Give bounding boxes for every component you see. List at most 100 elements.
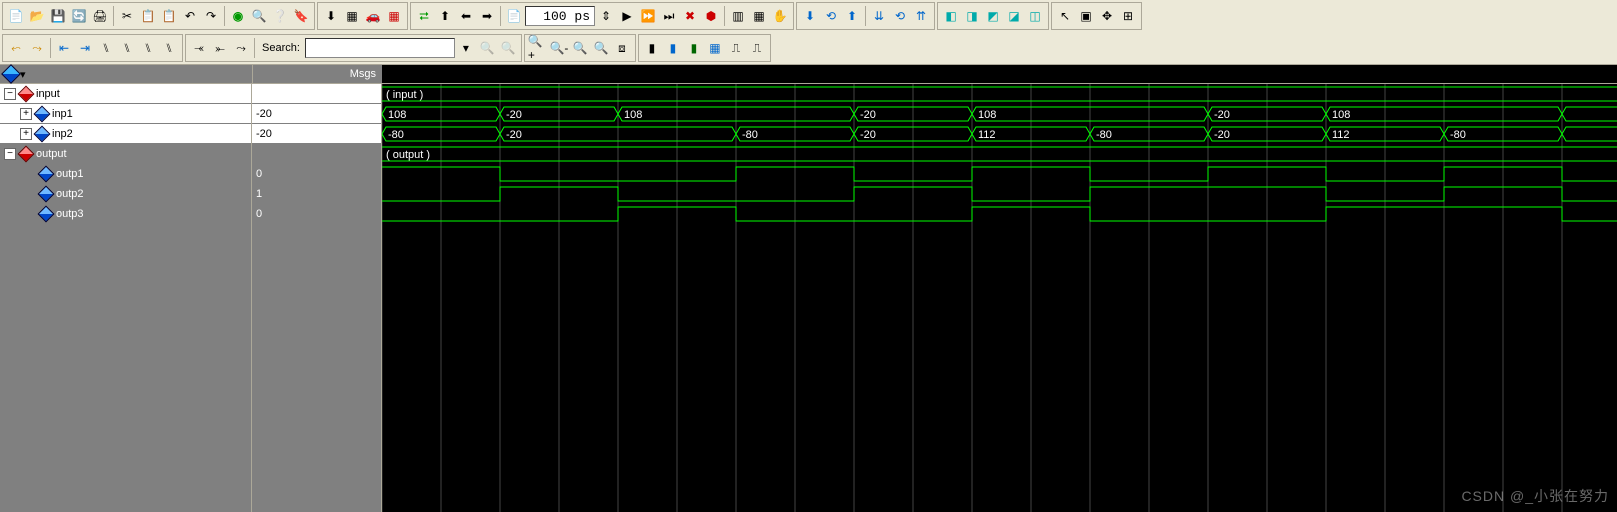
edge-prev-button[interactable]: ⇤ — [54, 37, 74, 59]
bars2-button[interactable]: ▮ — [663, 37, 683, 59]
fmt3-button[interactable]: ◩ — [983, 5, 1003, 27]
help-button[interactable]: ❔ — [270, 5, 290, 27]
cursor-up-multi[interactable]: ⇈ — [911, 5, 931, 27]
layout1-button[interactable]: ▥ — [728, 5, 748, 27]
find-prev-button[interactable]: 🔍 — [477, 37, 497, 59]
tb-group-nav: ⮂ ⬆ ⬅ ➡ 📄 ⇕ ▶ ⏩ ⏭ ✖ ⬢ ▥ ▦ ✋ — [410, 2, 794, 30]
compile-all-button[interactable]: ▦ — [342, 5, 362, 27]
svg-text:108: 108 — [978, 109, 996, 121]
bookmark-button[interactable]: 🔖 — [291, 5, 311, 27]
stop-button[interactable]: ⬢ — [701, 5, 721, 27]
zoom-area-button[interactable]: ⧈ — [612, 37, 632, 59]
save-button[interactable]: 💾 — [48, 5, 68, 27]
bars6-button[interactable]: ⎍ — [747, 37, 767, 59]
paste-button[interactable]: 📋 — [159, 5, 179, 27]
edge-next-button[interactable]: ⇥ — [75, 37, 95, 59]
hand-button[interactable]: ✋ — [770, 5, 790, 27]
zoom-cursor-button[interactable]: 🔍 — [591, 37, 611, 59]
tb-group-compile: ⬇ ▦ 🚗 ▦ — [317, 2, 408, 30]
jump-button[interactable]: ⤳ — [231, 37, 251, 59]
cursor-prev-blue[interactable]: ⟲ — [821, 5, 841, 27]
tree-row-inp1[interactable]: + inp1 — [0, 104, 251, 124]
copy-button[interactable]: 📋 — [138, 5, 158, 27]
cursor-down-multi[interactable]: ⇊ — [869, 5, 889, 27]
msgs-column: -20 -20 0 1 0 — [252, 84, 382, 512]
right-arrow-button[interactable]: ➡ — [477, 5, 497, 27]
sim-button[interactable]: 🚗 — [363, 5, 383, 27]
cursor-prev-multi[interactable]: ⟲ — [890, 5, 910, 27]
extra1-button[interactable]: ⊞ — [1118, 5, 1138, 27]
open-button[interactable]: 📂 — [27, 5, 47, 27]
run-all-button[interactable]: ⏩ — [638, 5, 658, 27]
merge-right-button[interactable]: ⤜ — [210, 37, 230, 59]
edge-d-button[interactable]: ⑊ — [159, 37, 179, 59]
search-dd-button[interactable]: ▾ — [456, 37, 476, 59]
signal-label: inp2 — [52, 128, 73, 140]
msg-input — [252, 84, 381, 104]
msg-outp2: 1 — [252, 184, 381, 204]
break-button[interactable]: ▦ — [384, 5, 404, 27]
bars4-button[interactable]: ▦ — [705, 37, 725, 59]
link-button[interactable]: ⮂ — [414, 5, 434, 27]
compile-button[interactable]: ⬇ — [321, 5, 341, 27]
edge-c-button[interactable]: ⑊ — [138, 37, 158, 59]
add-button[interactable]: ◉ — [228, 5, 248, 27]
fmt5-button[interactable]: ◫ — [1025, 5, 1045, 27]
rise-left-button[interactable]: ⬿ — [6, 37, 26, 59]
time-stepper[interactable]: ⇕ — [596, 5, 616, 27]
rise-right-button[interactable]: ⤳ — [27, 37, 47, 59]
continue-button[interactable]: ⏭ — [659, 5, 679, 27]
tree-row-outp1[interactable]: outp1 — [0, 164, 251, 184]
find-button[interactable]: 🔍 — [249, 5, 269, 27]
fmt2-button[interactable]: ◨ — [962, 5, 982, 27]
undo-button[interactable]: ↶ — [180, 5, 200, 27]
bars5-button[interactable]: ⎍ — [726, 37, 746, 59]
select-area-button[interactable]: ▣ — [1076, 5, 1096, 27]
edge-a-button[interactable]: ⑊ — [96, 37, 116, 59]
expand-icon[interactable]: + — [20, 108, 32, 120]
tree-row-outp3[interactable]: outp3 — [0, 204, 251, 224]
zoom-full-button[interactable]: 🔍 — [570, 37, 590, 59]
cut-button[interactable]: ✂ — [117, 5, 137, 27]
tree-row-inp2[interactable]: + inp2 — [0, 124, 251, 144]
find-next-button[interactable]: 🔍 — [498, 37, 518, 59]
time-input[interactable] — [525, 6, 595, 26]
fmt1-button[interactable]: ◧ — [941, 5, 961, 27]
stop-x-button[interactable]: ✖ — [680, 5, 700, 27]
expand-icon[interactable]: + — [20, 128, 32, 140]
layout2-button[interactable]: ▦ — [749, 5, 769, 27]
tb-group-format: ◧ ◨ ◩ ◪ ◫ — [937, 2, 1049, 30]
tree-row-input[interactable]: − input — [0, 84, 251, 104]
tree-row-output[interactable]: − output — [0, 144, 251, 164]
separator — [254, 38, 255, 58]
edge-b-button[interactable]: ⑊ — [117, 37, 137, 59]
bars1-button[interactable]: ▮ — [642, 37, 662, 59]
waveform-pane[interactable]: ( input )108-20108-20108-20108-80-20-80-… — [382, 84, 1617, 512]
left-arrow-button[interactable]: ⬅ — [456, 5, 476, 27]
panel-header: ▾ Msgs — [0, 64, 1617, 84]
reload-button[interactable]: 🔄 — [69, 5, 89, 27]
wave-icon — [1, 64, 21, 84]
run-stop-button[interactable]: 📄 — [504, 5, 524, 27]
collapse-icon[interactable]: − — [4, 148, 16, 160]
tree-row-outp2[interactable]: outp2 — [0, 184, 251, 204]
search-input[interactable] — [305, 38, 455, 58]
up-arrow-button[interactable]: ⬆ — [435, 5, 455, 27]
bars3-button[interactable]: ▮ — [684, 37, 704, 59]
fmt4-button[interactable]: ◪ — [1004, 5, 1024, 27]
pointer-button[interactable]: ↖ — [1055, 5, 1075, 27]
print-button[interactable]: 🖨 — [90, 5, 110, 27]
new-doc-button[interactable]: 📄 — [6, 5, 26, 27]
cursor-down-blue[interactable]: ⬇ — [800, 5, 820, 27]
run-button[interactable]: ▶ — [617, 5, 637, 27]
zoom-in-button[interactable]: 🔍+ — [528, 37, 548, 59]
merge-left-button[interactable]: ⤛ — [189, 37, 209, 59]
collapse-icon[interactable]: − — [4, 88, 16, 100]
cursor-up-blue[interactable]: ⬆ — [842, 5, 862, 27]
signal-tree[interactable]: − input + inp1 + inp2 − output outp1 — [0, 84, 252, 512]
svg-text:108: 108 — [1332, 109, 1350, 121]
redo-button[interactable]: ↷ — [201, 5, 221, 27]
svg-text:-20: -20 — [860, 129, 876, 141]
pan-button[interactable]: ✥ — [1097, 5, 1117, 27]
zoom-out-button[interactable]: 🔍- — [549, 37, 569, 59]
